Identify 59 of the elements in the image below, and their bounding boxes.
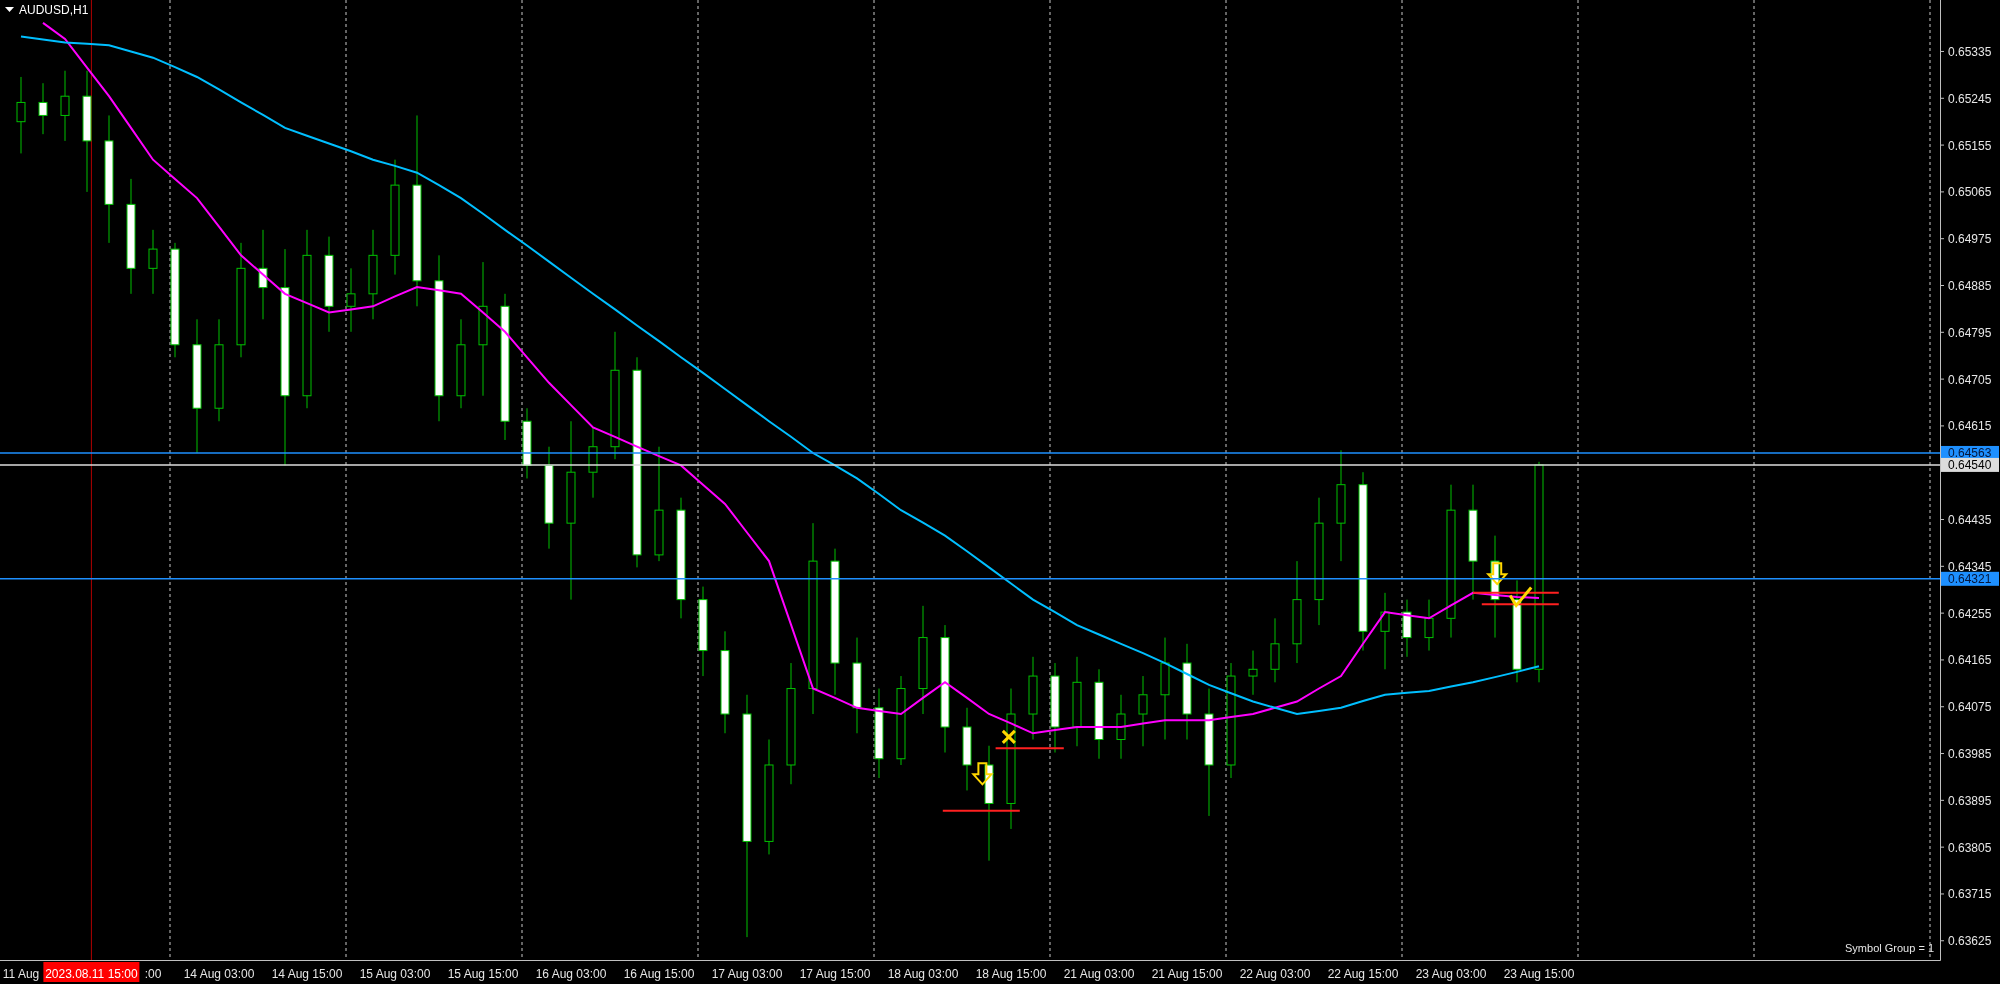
price-label: 0.65335 bbox=[1948, 45, 1992, 59]
time-label: 15 Aug 03:00 bbox=[359, 967, 431, 981]
candlestick bbox=[1270, 617, 1280, 683]
time-label: 21 Aug 03:00 bbox=[1063, 967, 1135, 981]
time-label: 17 Aug 15:00 bbox=[799, 967, 871, 981]
symbol-group-label: Symbol Group = 1 bbox=[1845, 942, 1934, 954]
candlestick bbox=[1248, 650, 1258, 696]
candlestick bbox=[1138, 675, 1148, 747]
time-label: :00 bbox=[144, 967, 162, 981]
price-label: 0.64435 bbox=[1948, 513, 1992, 527]
time-label: 22 Aug 15:00 bbox=[1327, 967, 1399, 981]
price-label: 0.65065 bbox=[1948, 185, 1992, 200]
time-label: 23 Aug 03:00 bbox=[1415, 967, 1487, 981]
price-label: 0.64705 bbox=[1948, 372, 1992, 387]
price-label: 0.63805 bbox=[1948, 840, 1992, 855]
price-label: 0.64615 bbox=[1948, 419, 1992, 434]
candlestick bbox=[38, 82, 48, 135]
candlestick bbox=[346, 267, 356, 333]
candlestick bbox=[588, 427, 598, 499]
price-label: 0.64975 bbox=[1948, 232, 1992, 247]
time-label: 22 Aug 03:00 bbox=[1239, 967, 1311, 981]
price-label: 0.64795 bbox=[1948, 325, 1992, 340]
price-label: 0.64345 bbox=[1948, 559, 1992, 574]
time-label: 15 Aug 15:00 bbox=[447, 967, 519, 981]
price-label: 0.65155 bbox=[1948, 138, 1992, 153]
down-arrow-icon bbox=[1485, 562, 1509, 586]
price-label: 0.63625 bbox=[1948, 934, 1992, 949]
ref-line-label: 0.64321 bbox=[1948, 572, 1992, 587]
time-label: 23 Aug 15:00 bbox=[1503, 967, 1575, 981]
time-label: 18 Aug 03:00 bbox=[887, 967, 959, 981]
price-label: 0.65245 bbox=[1948, 91, 1992, 106]
crosshair-time-tag: 2023.08.11 15:00 bbox=[43, 962, 140, 982]
time-label: 14 Aug 03:00 bbox=[183, 967, 255, 981]
time-label: 16 Aug 03:00 bbox=[535, 967, 607, 981]
price-label: 0.64885 bbox=[1948, 279, 1992, 293]
candlestick bbox=[1402, 599, 1412, 658]
price-label: 0.64255 bbox=[1948, 606, 1992, 621]
ref-line-label: 0.64540 bbox=[1948, 458, 1992, 473]
dropdown-triangle-icon[interactable] bbox=[5, 7, 14, 12]
time-label: 14 Aug 15:00 bbox=[271, 967, 343, 981]
price-label: 0.64165 bbox=[1948, 653, 1992, 668]
candlestick bbox=[60, 70, 70, 142]
candlestick bbox=[1116, 694, 1126, 760]
cross-mark-icon bbox=[1001, 729, 1016, 744]
candlestick bbox=[148, 229, 158, 295]
time-label: 11 Aug bbox=[2, 967, 40, 981]
check-mark-icon bbox=[1508, 586, 1533, 609]
price-label: 0.63895 bbox=[1948, 793, 1992, 808]
time-label: 18 Aug 15:00 bbox=[975, 967, 1047, 981]
candlestick bbox=[1424, 599, 1434, 652]
time-label: 17 Aug 03:00 bbox=[711, 967, 783, 981]
price-label: 0.64075 bbox=[1948, 700, 1992, 715]
price-label: 0.63715 bbox=[1948, 887, 1992, 902]
candlestick bbox=[522, 407, 532, 479]
price-label: 0.63985 bbox=[1948, 747, 1992, 762]
time-label: 16 Aug 15:00 bbox=[623, 967, 695, 981]
down-arrow-icon bbox=[971, 762, 994, 786]
time-label: 21 Aug 15:00 bbox=[1151, 967, 1223, 981]
chart-title: AUDUSD,H1 bbox=[19, 3, 89, 17]
